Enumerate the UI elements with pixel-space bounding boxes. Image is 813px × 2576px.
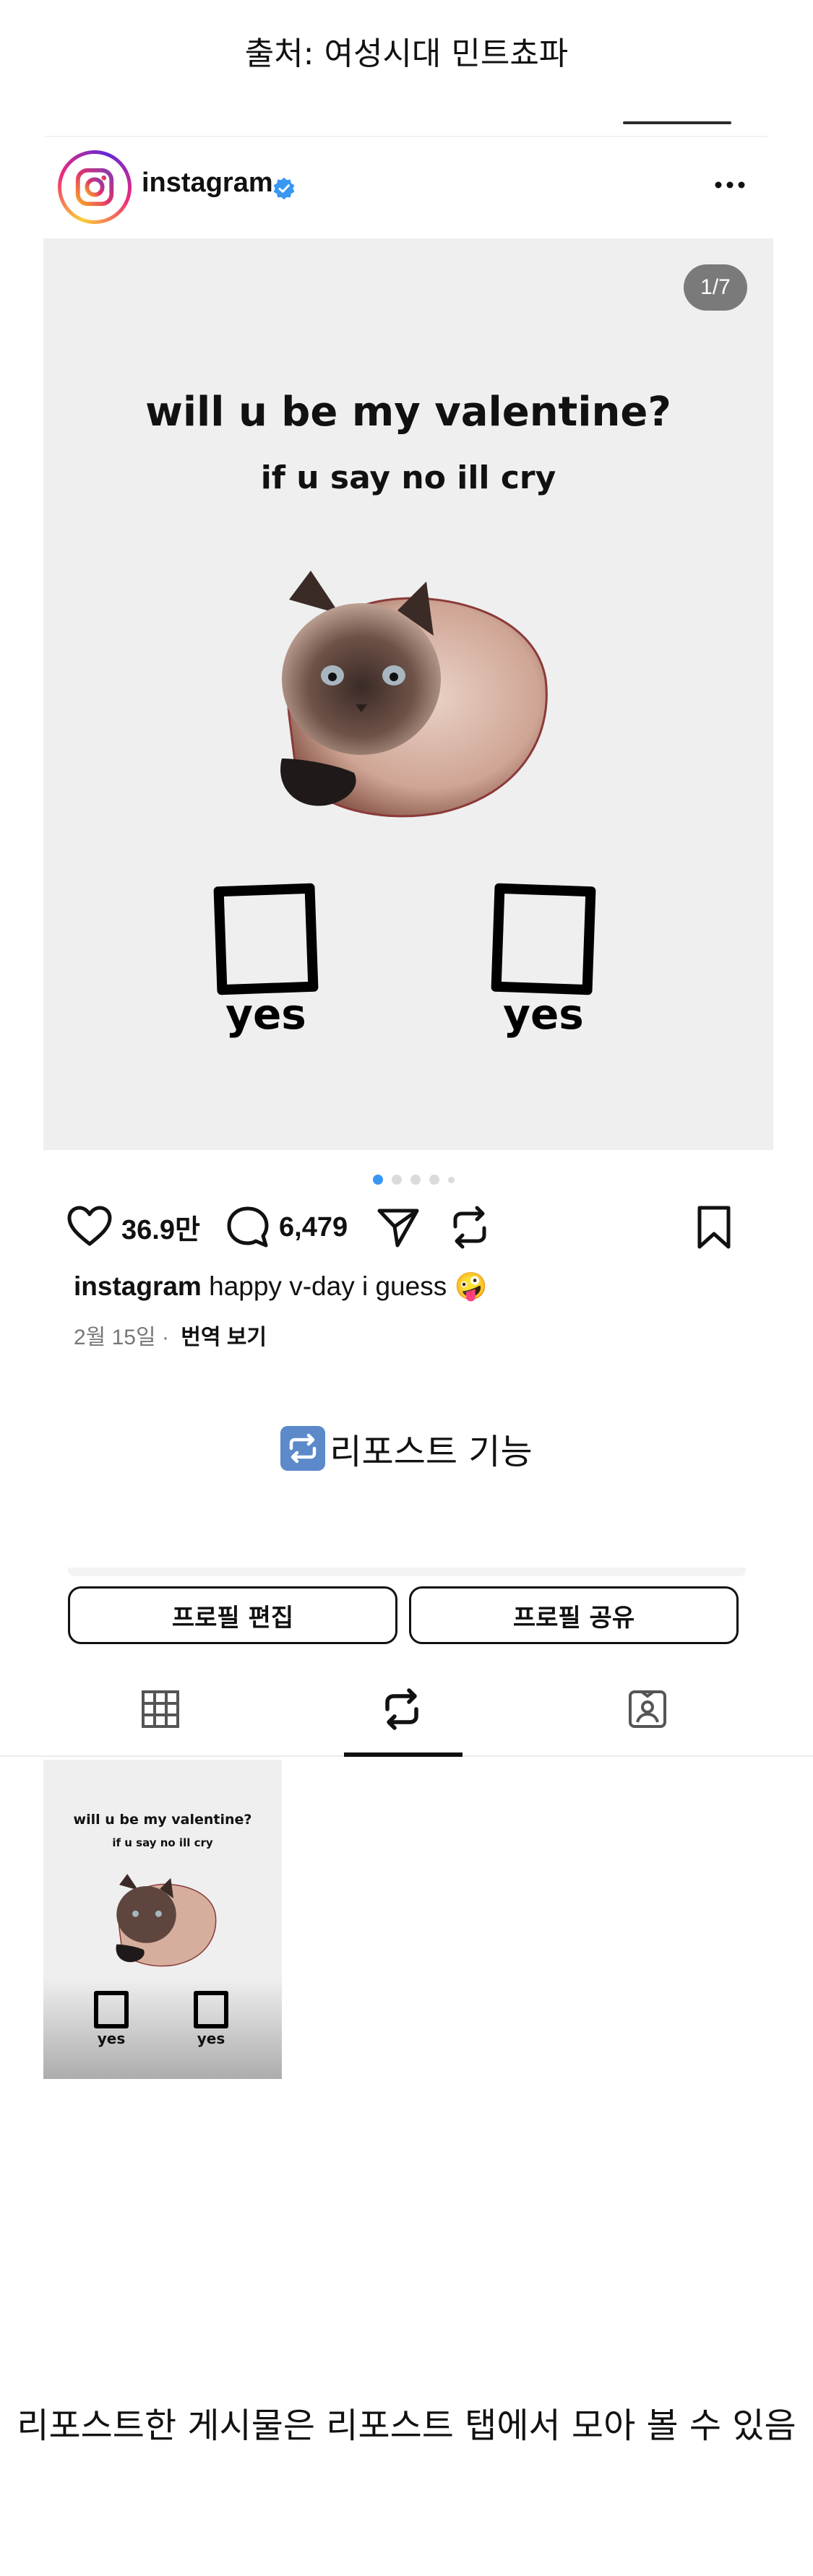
option-left-label: yes (225, 990, 306, 1039)
translate-link[interactable]: 번역 보기 (181, 1326, 267, 1349)
more-icon[interactable] (708, 170, 752, 199)
bottom-caption: 리포스트한 게시물은 리포스트 탭에서 모아 볼 수 있음 (17, 2406, 796, 2446)
comment-icon[interactable] (225, 1205, 270, 1250)
tagged-icon[interactable] (626, 1687, 669, 1731)
avatar[interactable] (58, 150, 132, 224)
meta-separator: · (161, 1326, 169, 1349)
repost-icon[interactable] (448, 1205, 491, 1250)
bookmark-icon[interactable] (695, 1205, 733, 1250)
reposted-post-thumbnail[interactable]: will u be my valentine? if u say no ill … (43, 1760, 282, 2079)
post-username[interactable]: instagram (142, 168, 273, 199)
checkbox-right (491, 883, 596, 995)
comment-action[interactable]: 6,479 (225, 1205, 348, 1250)
post-date: 2월 15일 (74, 1326, 156, 1349)
like-count: 36.9만 (121, 1214, 200, 1245)
profile-header-edge (68, 1568, 746, 1576)
carousel-dot (392, 1175, 402, 1185)
verified-badge-icon (273, 177, 295, 200)
post-meta: 2월 15일 · 번역 보기 (74, 1319, 267, 1351)
previous-section-indicator (623, 121, 731, 124)
carousel-dot (429, 1175, 439, 1185)
grid-icon[interactable] (139, 1687, 182, 1731)
post-image[interactable]: 1/7 will u be my valentine? if u say no … (43, 238, 773, 1150)
feature-label: 리포스트 기능 (0, 1423, 813, 1474)
heart-icon[interactable] (66, 1205, 113, 1248)
source-caption: 출처: 여성시대 민트쵸파 (244, 35, 569, 72)
thumbnail-title: will u be my valentine? (73, 1812, 252, 1828)
like-action[interactable]: 36.9만 (66, 1205, 200, 1248)
edit-profile-button[interactable]: 프로필 편집 (68, 1586, 397, 1644)
tab-reposts-icon[interactable] (380, 1687, 423, 1731)
image-subtitle: if u say no ill cry (260, 459, 556, 496)
share-profile-button[interactable]: 프로필 공유 (409, 1586, 739, 1644)
comment-count: 6,479 (279, 1211, 348, 1242)
checkbox-left (213, 883, 319, 995)
caption-text: happy v-day i guess 🤪 (209, 1271, 488, 1301)
active-tab-indicator (344, 1752, 463, 1757)
instagram-logo-icon (75, 168, 114, 207)
thumbnail-cat-image (116, 1874, 217, 1967)
carousel-dot (410, 1175, 421, 1185)
feature-label-text: 리포스트 기능 (330, 1432, 533, 1472)
carousel-dot (373, 1175, 383, 1185)
share-icon[interactable] (376, 1205, 421, 1250)
carousel-dot (448, 1176, 455, 1183)
repost-emoji-icon (280, 1426, 326, 1471)
image-title: will u be my valentine? (145, 389, 671, 436)
option-right-label: yes (503, 990, 584, 1039)
thumbnail-shade (43, 1978, 282, 2079)
cat-image (280, 571, 548, 818)
post-caption: instagram happy v-day i guess 🤪 (74, 1271, 488, 1302)
thumbnail-subtitle: if u say no ill cry (112, 1836, 213, 1849)
caption-username[interactable]: instagram (74, 1271, 202, 1301)
carousel-dots (373, 1175, 455, 1185)
page-indicator: 1/7 (684, 264, 747, 311)
divider (45, 136, 767, 137)
